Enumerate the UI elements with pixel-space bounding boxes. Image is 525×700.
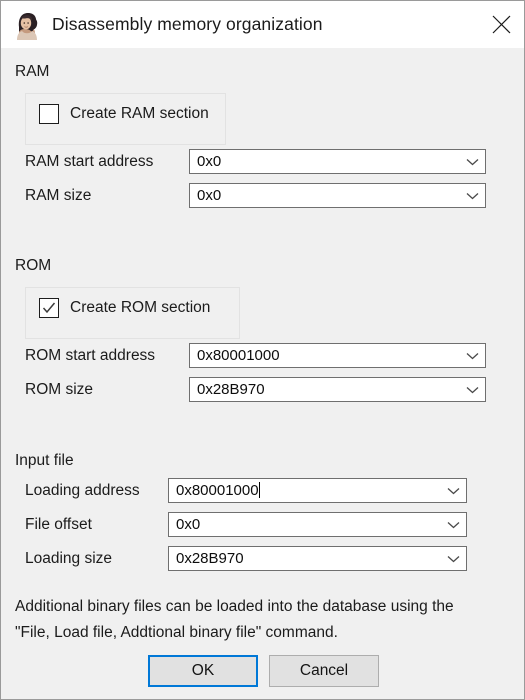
rom-start-address-input[interactable]: 0x80001000	[189, 343, 486, 368]
loading-size-label: Loading size	[25, 550, 113, 567]
create-ram-section-label: Create RAM section	[70, 105, 209, 122]
ram-size-label: RAM size	[25, 187, 92, 204]
checkmark-icon	[42, 302, 56, 314]
loading-address-label: Loading address	[25, 482, 140, 499]
loading-address-input[interactable]: 0x80001000	[168, 478, 467, 503]
note-line-2: "File, Load file, Addtional binary file"…	[15, 624, 338, 641]
ida-lovelace-logo-icon	[12, 9, 42, 40]
loading-size-value: 0x28B970	[176, 550, 244, 567]
rom-start-address-label: ROM start address	[25, 347, 156, 364]
rom-start-address-value: 0x80001000	[197, 347, 280, 364]
chevron-down-icon[interactable]	[459, 352, 485, 360]
create-rom-section-checkbox[interactable]	[39, 298, 59, 318]
ram-start-address-value: 0x0	[197, 153, 222, 170]
loading-address-text: 0x80001000	[176, 482, 259, 499]
file-offset-value: 0x0	[176, 516, 201, 533]
file-offset-label: File offset	[25, 516, 92, 533]
ram-start-address-label: RAM start address	[25, 153, 154, 170]
loading-size-input[interactable]: 0x28B970	[168, 546, 467, 571]
chevron-down-icon[interactable]	[459, 158, 485, 166]
chevron-down-icon[interactable]	[459, 386, 485, 394]
create-rom-section-checkbox-row[interactable]: Create ROM section	[39, 298, 210, 318]
note-line-1: Additional binary files can be loaded in…	[15, 598, 454, 615]
ram-size-input[interactable]: 0x0	[189, 183, 486, 208]
dialog-window: Disassembly memory organization RAM Crea…	[0, 0, 525, 700]
rom-size-label: ROM size	[25, 381, 94, 398]
section-title-ram: RAM	[15, 63, 50, 80]
chevron-down-icon[interactable]	[440, 487, 466, 495]
chevron-down-icon[interactable]	[440, 521, 466, 529]
title-bar: Disassembly memory organization	[1, 1, 524, 48]
rom-size-input[interactable]: 0x28B970	[189, 377, 486, 402]
create-rom-section-label: Create ROM section	[70, 299, 211, 316]
rom-size-value: 0x28B970	[197, 381, 265, 398]
cancel-button[interactable]: Cancel	[269, 655, 379, 687]
close-icon[interactable]	[478, 1, 524, 47]
window-title: Disassembly memory organization	[52, 14, 323, 34]
dialog-body: RAM Create RAM section RAM start address…	[1, 48, 524, 699]
create-ram-section-checkbox[interactable]	[39, 104, 59, 124]
loading-address-value: 0x80001000	[176, 482, 440, 499]
ok-button[interactable]: OK	[148, 655, 258, 687]
ram-size-value: 0x0	[197, 187, 222, 204]
chevron-down-icon[interactable]	[440, 555, 466, 563]
chevron-down-icon[interactable]	[459, 192, 485, 200]
text-caret	[258, 482, 260, 498]
create-ram-section-checkbox-row[interactable]: Create RAM section	[39, 104, 209, 124]
ram-start-address-input[interactable]: 0x0	[189, 149, 486, 174]
section-title-rom: ROM	[15, 257, 52, 274]
file-offset-input[interactable]: 0x0	[168, 512, 467, 537]
section-title-input-file: Input file	[15, 452, 74, 469]
